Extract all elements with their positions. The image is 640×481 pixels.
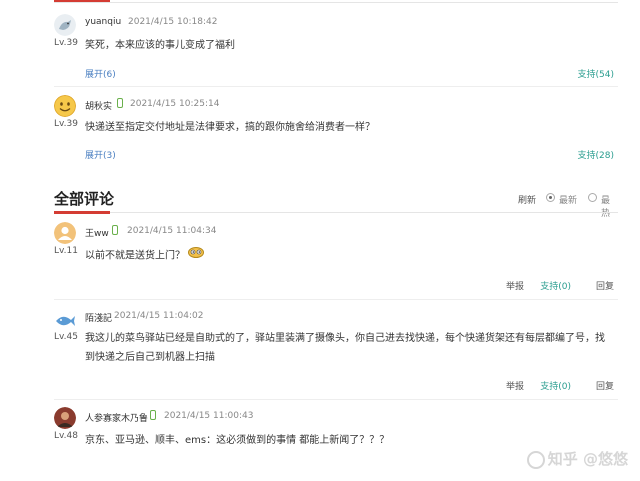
reply-button[interactable]: 回复 bbox=[596, 379, 614, 392]
comment-item: Lv.39 胡秋实 2021/4/15 10:25:14 快递送至指定交付地址是… bbox=[54, 95, 618, 165]
emoji-face-icon bbox=[188, 246, 204, 265]
photo-avatar-icon[interactable] bbox=[54, 407, 76, 429]
watermark-logo-icon bbox=[526, 450, 545, 469]
username-link[interactable]: 陌淺記 bbox=[85, 311, 112, 324]
comment-text: 我这儿的菜鸟驿站已经是自助式的了，驿站里装满了摄像头，你自己进去找快递，每个快递… bbox=[85, 333, 605, 363]
section-accent-bar bbox=[54, 211, 110, 214]
comment-timestamp: 2021/4/15 11:04:34 bbox=[127, 226, 217, 236]
comment-item: Lv.45 陌淺記 2021/4/15 11:04:02 我这儿的菜鸟驿站已经是… bbox=[54, 310, 618, 402]
comment-item: Lv.39 yuanqiu 2021/4/15 10:18:42 笑死，本来应该… bbox=[54, 14, 618, 87]
report-button[interactable]: 举报 bbox=[506, 279, 524, 292]
section-divider bbox=[54, 212, 618, 213]
comment-divider bbox=[54, 86, 618, 87]
support-button[interactable]: 支持(0) bbox=[540, 279, 571, 292]
username-link[interactable]: 胡秋实 bbox=[85, 99, 112, 112]
all-comments-header: 全部评论 刷新 最新 最热 bbox=[54, 186, 618, 219]
refresh-link[interactable]: 刷新 bbox=[518, 193, 536, 206]
comment-text: 以前不就是送货上门？ bbox=[85, 246, 608, 266]
comment-timestamp: 2021/4/15 10:25:14 bbox=[130, 99, 220, 109]
sort-newest-radio[interactable] bbox=[546, 193, 555, 202]
comment-divider bbox=[54, 299, 618, 300]
watermark: 知乎 @悠悠 bbox=[526, 448, 628, 469]
support-button[interactable]: 支持(28) bbox=[578, 148, 614, 161]
sort-hottest-label[interactable]: 最热 bbox=[601, 193, 618, 219]
mobile-phone-icon bbox=[150, 410, 156, 420]
comment-text: 笑死，本来应该的事儿变成了福利 bbox=[85, 40, 235, 51]
mobile-phone-icon bbox=[112, 225, 118, 235]
comment-text-content: 以前不就是送货上门？ bbox=[85, 250, 185, 262]
comment-item: Lv.11 王ww 2021/4/15 11:04:34 以前不就是送货上门？ … bbox=[54, 222, 618, 302]
user-level-badge: Lv.39 bbox=[54, 119, 78, 129]
comment-text: 快递送至指定交付地址是法律要求，搞的跟你施舍给消费者一样？ bbox=[85, 122, 375, 133]
gray-bird-avatar-icon[interactable] bbox=[54, 14, 76, 36]
expand-replies-link[interactable]: 展开(6) bbox=[85, 67, 116, 80]
comment-divider bbox=[54, 399, 618, 400]
username-link[interactable]: 王ww bbox=[85, 226, 109, 239]
user-level-badge: Lv.48 bbox=[54, 431, 78, 441]
default-user-avatar-icon[interactable] bbox=[54, 222, 76, 244]
support-button[interactable]: 支持(0) bbox=[540, 379, 571, 392]
report-button[interactable]: 举报 bbox=[506, 379, 524, 392]
support-button[interactable]: 支持(54) bbox=[578, 67, 614, 80]
smiley-face-avatar-icon[interactable] bbox=[54, 95, 76, 117]
sort-hottest-radio[interactable] bbox=[588, 193, 597, 202]
user-level-badge: Lv.39 bbox=[54, 38, 78, 48]
comment-timestamp: 2021/4/15 10:18:42 bbox=[128, 17, 218, 27]
section-title: 全部评论 bbox=[54, 190, 115, 208]
sort-newest-label[interactable]: 最新 bbox=[559, 193, 577, 206]
watermark-text: 知乎 @悠悠 bbox=[547, 450, 628, 468]
comment-timestamp: 2021/4/15 11:00:43 bbox=[164, 411, 254, 421]
mobile-phone-icon bbox=[117, 98, 123, 108]
username-link[interactable]: yuanqiu bbox=[85, 17, 121, 27]
comment-timestamp: 2021/4/15 11:04:02 bbox=[114, 311, 204, 321]
reply-button[interactable]: 回复 bbox=[596, 279, 614, 292]
top-divider bbox=[54, 2, 618, 3]
fish-avatar-icon[interactable] bbox=[54, 310, 76, 332]
username-link[interactable]: 人参寡家木乃鲁 bbox=[85, 411, 148, 424]
expand-replies-link[interactable]: 展开(3) bbox=[85, 148, 116, 161]
user-level-badge: Lv.11 bbox=[54, 246, 78, 256]
user-level-badge: Lv.45 bbox=[54, 332, 78, 342]
